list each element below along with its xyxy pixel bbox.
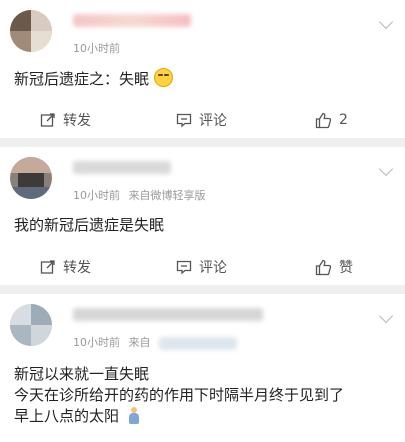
- post-meta: 10小时前 来自: [73, 334, 242, 350]
- username-redacted[interactable]: [73, 14, 191, 27]
- username-redacted[interactable]: [73, 161, 171, 174]
- post-source[interactable]: 来自微博轻享版: [129, 189, 206, 202]
- comment-button[interactable]: 评论: [176, 245, 227, 289]
- post-header: 10小时前 来自: [0, 294, 405, 350]
- person-icon: [128, 407, 139, 424]
- sleepy-face-icon: [153, 68, 173, 87]
- post-time: 10小时前: [73, 42, 120, 55]
- like-button[interactable]: 2: [315, 98, 348, 142]
- avatar[interactable]: [10, 304, 52, 346]
- thumbs-up-icon: [315, 112, 332, 128]
- repost-button[interactable]: 转发: [40, 245, 91, 289]
- chevron-down-icon[interactable]: [378, 14, 394, 30]
- repost-icon: [40, 260, 55, 274]
- post-text: 新冠以来就一直失眠 今天在诊所给开的药的作用下时隔半月终于见到了 早上八点的太阳: [14, 365, 345, 425]
- post-header: 10小时前 来自微博轻享版: [0, 147, 405, 202]
- comment-icon: [176, 260, 192, 275]
- username-redacted[interactable]: [73, 308, 263, 321]
- post-1: 10小时前 新冠后遗症之：失眠 转发 评论 2: [0, 0, 405, 138]
- post-header: 10小时前: [0, 0, 405, 55]
- avatar[interactable]: [10, 10, 52, 52]
- post-text: 我的新冠后遗症是失眠: [14, 216, 165, 234]
- post-3: 10小时前 来自 新冠以来就一直失眠 今天在诊所给开的药的作用下时隔半月终于见到…: [0, 294, 405, 442]
- repost-button[interactable]: 转发: [40, 98, 91, 142]
- post-2: 10小时前 来自微博轻享版 我的新冠后遗症是失眠 转发 评论 赞: [0, 147, 405, 285]
- like-button[interactable]: 赞: [315, 245, 353, 289]
- post-meta: 10小时前 来自微博轻享版: [73, 187, 211, 203]
- chevron-down-icon[interactable]: [378, 161, 394, 177]
- repost-icon: [40, 113, 55, 127]
- avatar[interactable]: [10, 157, 52, 199]
- chevron-down-icon[interactable]: [378, 308, 394, 324]
- post-text: 新冠后遗症之：失眠: [0, 52, 405, 98]
- post-source[interactable]: 来自: [129, 336, 151, 349]
- action-bar: 转发 评论 2: [0, 98, 405, 142]
- post-time: 10小时前: [73, 189, 120, 202]
- source-redacted: [159, 336, 237, 350]
- post-meta: 10小时前: [73, 40, 125, 56]
- comment-icon: [176, 113, 192, 128]
- action-bar: 转发 评论 赞: [0, 245, 405, 289]
- post-time: 10小时前: [73, 336, 120, 349]
- comment-button[interactable]: 评论: [176, 98, 227, 142]
- thumbs-up-icon: [315, 259, 332, 275]
